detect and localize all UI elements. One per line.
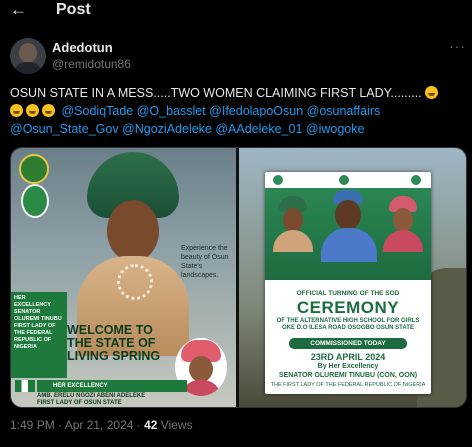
tweet-text: OSUN STATE IN A MESS.....TWO WOMEN CLAIM…: [10, 84, 466, 138]
media-image-right[interactable]: OFFICIAL TURNING OF THE SOD CEREMONY OF …: [239, 148, 466, 407]
author-handle[interactable]: @remidotun86: [52, 57, 131, 71]
coat-of-arms-icon: [19, 154, 49, 184]
logo-icon: [411, 175, 421, 185]
inset-face: [189, 356, 213, 382]
ceremony-poster: OFFICIAL TURNING OF THE SOD CEREMONY OF …: [265, 172, 431, 394]
erelu-caption: AMB. ERELU NGOZI ABENI ADELEKE FIRST LAD…: [37, 393, 207, 407]
tweet-line-1: OSUN STATE IN A MESS.....TWO WOMEN CLAIM…: [10, 86, 422, 100]
poster-by: By Her Excellency: [317, 363, 379, 370]
grinning-emoji-icon: [26, 104, 39, 117]
avatar[interactable]: [10, 38, 46, 74]
post-metadata: 1:49 PM · Apr 21, 2024 · 42 Views: [10, 418, 193, 432]
poster-official: OFFICIAL TURNING OF THE SOD: [296, 290, 400, 297]
grinning-emoji-icon: [42, 104, 55, 117]
necklace: [117, 264, 153, 300]
poster-commissioned: COMMISSIONED TODAY: [289, 338, 407, 349]
page-title: Post: [56, 1, 91, 18]
views-count: 42: [144, 418, 158, 432]
poster-logo-strip: [265, 172, 431, 188]
post-time[interactable]: 1:49 PM · Apr 21, 2024 ·: [10, 418, 144, 432]
grinning-emoji-icon: [425, 86, 439, 99]
poster-date: 23RD APRIL 2024: [310, 352, 386, 362]
media-image-left[interactable]: Experience the beauty of Osun State's la…: [11, 148, 236, 407]
poster-school: OF THE ALTERNATIVE HIGH SCHOOL FOR GIRLS…: [269, 318, 427, 332]
state-seal-icon: [21, 184, 49, 218]
logo-icon: [339, 175, 349, 185]
poster-school-line-1: OF THE ALTERNATIVE HIGH SCHOOL FOR GIRLS: [276, 318, 420, 324]
avatar-body: [14, 62, 42, 74]
back-arrow-icon[interactable]: ←: [10, 0, 32, 22]
welcome-text: WELCOME TO THE STATE OF LIVING SPRING: [67, 323, 161, 363]
poster-portrait-center: [321, 190, 377, 262]
mentions-line-2[interactable]: @SodiqTade @O_basslet @IfedolapoOsun @os…: [61, 104, 380, 118]
poster-portrait-left: [273, 196, 313, 252]
poster-ceremony: CEREMONY: [296, 298, 400, 317]
nigeria-flag-icon: [15, 380, 35, 392]
grinning-emoji-icon: [10, 104, 23, 117]
author-display-name[interactable]: Adedotun: [52, 40, 113, 55]
poster-first-lady: THE FIRST LADY OF THE FEDERAL REPUBLIC O…: [270, 382, 426, 388]
portrait-first-lady: [73, 152, 193, 356]
erelu-name: AMB. ERELU NGOZI ABENI ADELEKE: [37, 393, 146, 399]
mentions-line-3[interactable]: @Osun_State_Gov @NgoziAdeleke @AAdeleke_…: [10, 122, 364, 136]
poster-school-line-2: OKE D.O ILESA ROAD OSOGBO OSUN STATE: [282, 325, 414, 331]
more-options-icon[interactable]: ···: [449, 38, 466, 54]
face: [107, 200, 159, 262]
her-excellency-block: HER EXCELLENCY SENATOR OLUREMI TINUBU FI…: [11, 292, 67, 378]
scenic-caption: Experience the beauty of Osun State's la…: [181, 245, 229, 279]
avatar-head: [19, 43, 37, 63]
her-excellency-label: HER EXCELLENCY: [37, 380, 187, 392]
erelu-title: FIRST LADY OF OSUN STATE: [37, 400, 122, 406]
poster-senator: SENATOR OLUREMI TINUBU (CON, OON): [278, 372, 418, 379]
poster-portrait-right: [383, 196, 423, 252]
views-label: Views: [157, 418, 193, 432]
media-grid: Experience the beauty of Osun State's la…: [10, 147, 467, 408]
logo-icon: [273, 175, 283, 185]
top-bar: ← Post: [0, 0, 472, 26]
